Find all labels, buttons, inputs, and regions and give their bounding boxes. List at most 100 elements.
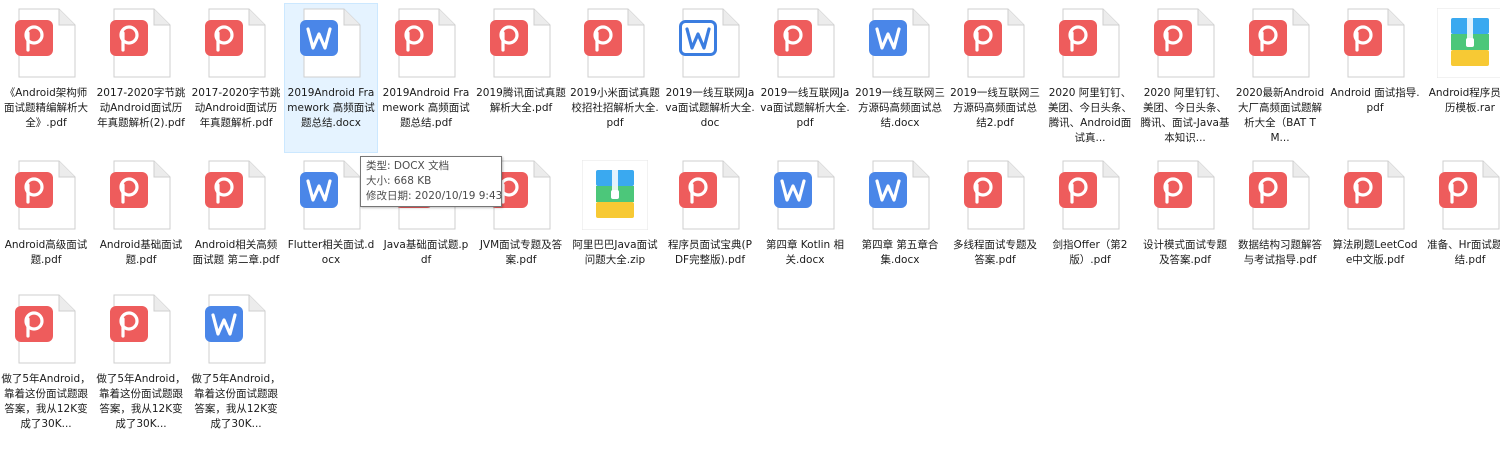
file-name: Android 面试指导.pdf [1330, 87, 1420, 114]
file-name: 程序员面试宝典(PDF完整版).pdf [668, 239, 752, 266]
file-item[interactable]: 2017-2020字节跳动Android面试历年真题解析(2).pdf [95, 4, 187, 131]
pdf-icon [962, 8, 1028, 78]
pdf-icon [1152, 160, 1218, 230]
file-item[interactable]: 做了5年Android，靠着这份面试题跟答案，我从12K变成了30K... [95, 290, 187, 432]
file-name: Android相关高频面试题 第二章.pdf [192, 239, 280, 266]
file-item[interactable]: 2019一线互联网三方源码高频面试总结.docx [854, 4, 946, 131]
pdf-icon [393, 8, 459, 78]
pdf-icon [1247, 160, 1313, 230]
file-item[interactable]: 2019Android Framework 高频面试题总结.docx [284, 3, 378, 153]
file-item[interactable]: 2019腾讯面试真题解析大全.pdf [475, 4, 567, 116]
file-name: 2019一线互联网三方源码高频面试总结2.pdf [950, 87, 1040, 129]
file-item[interactable]: Android基础面试题.pdf [95, 156, 187, 268]
file-name: 2020 阿里钉钉、美团、今日头条、腾讯、面试-Java基本知识... [1140, 87, 1230, 144]
pdf-icon [962, 160, 1028, 230]
file-name: 多线程面试专题及答案.pdf [953, 239, 1037, 266]
file-name: 2019一线互联网三方源码高频面试总结.docx [855, 87, 945, 129]
file-item[interactable]: 2019一线互联网Java面试题解析大全.pdf [759, 4, 851, 131]
file-item[interactable]: 准备、Hr面试题总结.pdf [1424, 156, 1500, 268]
pdf-icon [108, 294, 174, 364]
word-icon [772, 160, 838, 230]
file-item[interactable]: 做了5年Android，靠着这份面试题跟答案，我从12K变成了30K... [190, 290, 282, 432]
file-name: 2019Android Framework 高频面试题总结.docx [287, 87, 375, 129]
pdf-icon [108, 160, 174, 230]
file-name: 2019Android Framework 高频面试题总结.pdf [382, 87, 470, 129]
file-item[interactable]: 2019一线互联网三方源码高频面试总结2.pdf [949, 4, 1041, 131]
file-name: 2020最新Android大厂高频面试题解析大全（BAT TM... [1235, 87, 1325, 144]
file-name: 阿里巴巴Java面试问题大全.zip [572, 239, 658, 266]
pdf-icon [772, 8, 838, 78]
file-name: 2017-2020字节跳动Android面试历年真题解析(2).pdf [96, 87, 186, 129]
file-name: 做了5年Android，靠着这份面试题跟答案，我从12K变成了30K... [191, 373, 281, 430]
file-item[interactable]: 第四章 第五章合集.docx [854, 156, 946, 268]
pdf-icon [13, 160, 79, 230]
file-item[interactable]: Android高级面试题.pdf [0, 156, 92, 268]
file-name: 2019一线互联网Java面试题解析大全.doc [665, 87, 755, 129]
pdf-icon [13, 8, 79, 78]
file-item[interactable]: 《Android架构师面试题精编解析大全》.pdf [0, 4, 92, 131]
pdf-icon [13, 294, 79, 364]
pdf-icon [582, 8, 648, 78]
file-item[interactable]: Android 面试指导.pdf [1329, 4, 1421, 116]
file-item[interactable]: 2019Android Framework 高频面试题总结.pdf [380, 4, 472, 131]
pdf-icon [488, 8, 554, 78]
file-name: 2019小米面试真题校招社招解析大全.pdf [570, 87, 660, 129]
pdf-icon [1247, 8, 1313, 78]
file-name: 2019一线互联网Java面试题解析大全.pdf [760, 87, 850, 129]
file-name: 做了5年Android，靠着这份面试题跟答案，我从12K变成了30K... [1, 373, 91, 430]
file-name: Java基础面试题.pdf [383, 239, 469, 266]
file-name: Android程序员简历模板.rar [1428, 87, 1500, 114]
file-item[interactable]: 2020 阿里钉钉、美团、今日头条、腾讯、Android面试真... [1044, 4, 1136, 146]
pdf-icon [1437, 160, 1500, 230]
file-item[interactable]: 2020最新Android大厂高频面试题解析大全（BAT TM... [1234, 4, 1326, 146]
pdf-icon [108, 8, 174, 78]
pdf-icon [1152, 8, 1218, 78]
file-item[interactable]: 第四章 Kotlin 相关.docx [759, 156, 851, 268]
file-name: 第四章 Kotlin 相关.docx [765, 239, 845, 266]
file-name: Android高级面试题.pdf [4, 239, 88, 266]
file-item[interactable]: 做了5年Android，靠着这份面试题跟答案，我从12K变成了30K... [0, 290, 92, 432]
file-name: 2017-2020字节跳动Android面试历年真题解析.pdf [191, 87, 281, 129]
word-outline-icon [677, 8, 743, 78]
file-item[interactable]: 2019小米面试真题校招社招解析大全.pdf [569, 4, 661, 131]
file-name: 设计模式面试专题及答案.pdf [1143, 239, 1227, 266]
file-grid: 《Android架构师面试题精编解析大全》.pdf 2017-2020字节跳动An… [0, 0, 1500, 449]
word-icon [867, 8, 933, 78]
file-name: 2019腾讯面试真题解析大全.pdf [476, 87, 566, 114]
file-item[interactable]: Android相关高频面试题 第二章.pdf [190, 156, 282, 268]
file-name: 数据结构习题解答与考试指导.pdf [1238, 239, 1322, 266]
pdf-icon [1057, 8, 1123, 78]
file-item[interactable]: 设计模式面试专题及答案.pdf [1139, 156, 1231, 268]
file-name: 剑指Offer（第2版）.pdf [1052, 239, 1128, 266]
file-item[interactable]: 剑指Offer（第2版）.pdf [1044, 156, 1136, 268]
pdf-icon [203, 8, 269, 78]
pdf-icon [203, 160, 269, 230]
archive-icon [582, 160, 648, 230]
file-item[interactable]: 2020 阿里钉钉、美团、今日头条、腾讯、面试-Java基本知识... [1139, 4, 1231, 146]
tooltip-type: 类型: DOCX 文档 [366, 160, 450, 172]
word-icon [203, 294, 269, 364]
word-icon [867, 160, 933, 230]
file-name: 做了5年Android，靠着这份面试题跟答案，我从12K变成了30K... [96, 373, 186, 430]
tooltip-date: 修改日期: 2020/10/19 9:43 [366, 190, 503, 202]
file-item[interactable]: 阿里巴巴Java面试问题大全.zip [569, 156, 661, 268]
pdf-icon [1342, 160, 1408, 230]
file-name: 2020 阿里钉钉、美团、今日头条、腾讯、Android面试真... [1048, 87, 1132, 144]
file-name: 算法刷题LeetCode中文版.pdf [1332, 239, 1418, 266]
tooltip-size: 大小: 668 KB [366, 175, 432, 187]
file-name: JVM面试专题及答案.pdf [479, 239, 563, 266]
file-tooltip: 类型: DOCX 文档 大小: 668 KB 修改日期: 2020/10/19 … [360, 156, 502, 207]
file-item[interactable]: 多线程面试专题及答案.pdf [949, 156, 1041, 268]
file-item[interactable]: 数据结构习题解答与考试指导.pdf [1234, 156, 1326, 268]
file-item[interactable]: Android程序员简历模板.rar [1424, 4, 1500, 116]
file-item[interactable]: 算法刷题LeetCode中文版.pdf [1329, 156, 1421, 268]
file-name: 第四章 第五章合集.docx [861, 239, 939, 266]
word-icon [298, 160, 364, 230]
file-name: Android基础面试题.pdf [99, 239, 183, 266]
file-item[interactable]: 2019一线互联网Java面试题解析大全.doc [664, 4, 756, 131]
file-name: 《Android架构师面试题精编解析大全》.pdf [4, 87, 88, 129]
file-item[interactable]: 2017-2020字节跳动Android面试历年真题解析.pdf [190, 4, 282, 131]
file-item[interactable]: 程序员面试宝典(PDF完整版).pdf [664, 156, 756, 268]
pdf-icon [1342, 8, 1408, 78]
archive-icon [1437, 8, 1500, 78]
